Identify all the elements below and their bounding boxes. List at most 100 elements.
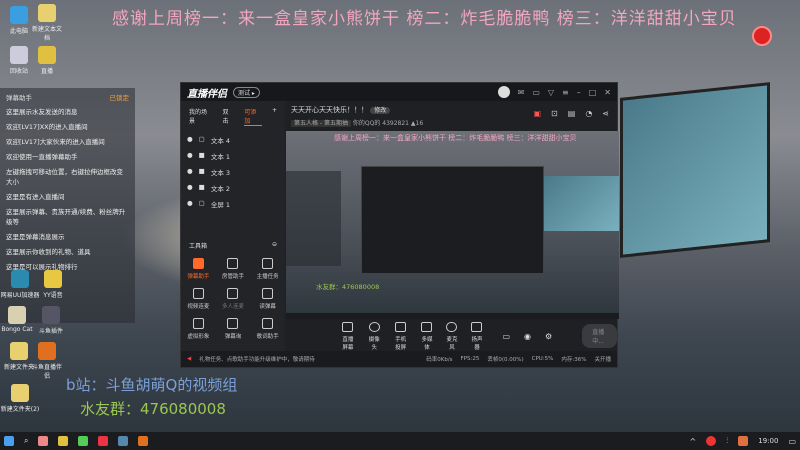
tool-read-danmaku[interactable]: 读弹幕: [250, 288, 285, 310]
eye-icon[interactable]: ●: [187, 167, 193, 177]
fans-count: 16: [415, 120, 424, 127]
layout-icon[interactable]: ▤: [568, 109, 576, 118]
settings-icon[interactable]: ⚙: [545, 332, 552, 341]
tool-label: 读弹幕: [259, 304, 276, 310]
icon-label: 新建文件夹(2): [0, 406, 40, 413]
eye-icon[interactable]: ●: [187, 199, 193, 209]
media-icon: [421, 321, 433, 332]
add-source-icon[interactable]: +: [272, 107, 277, 126]
tool-danmaku-assistant[interactable]: 弹幕助手: [181, 258, 216, 280]
lock-status[interactable]: 已锁定: [110, 92, 130, 102]
desktop-icon[interactable]: 网易UU加速器: [0, 270, 40, 299]
stream-title[interactable]: 天天开心天天快乐！！！: [291, 106, 368, 114]
media-button[interactable]: 多媒体: [421, 321, 433, 351]
lock-icon[interactable]: ■: [199, 183, 205, 193]
taskbar-app-icon[interactable]: [78, 436, 89, 446]
lock-icon[interactable]: ■: [199, 151, 205, 161]
live-companion-taskbar-icon[interactable]: [138, 436, 149, 446]
stream-preview[interactable]: 感谢上周榜一：来一盒皇家小熊饼干 榜二：炸毛脆脆鸭 榜三：洋洋甜甜小宝贝 水友群…: [286, 131, 619, 319]
eye-icon[interactable]: ●: [187, 151, 193, 161]
share-icon[interactable]: ⋖: [602, 109, 609, 118]
eye-icon[interactable]: ◉: [524, 332, 531, 341]
clock[interactable]: 19:00: [758, 437, 778, 445]
source-item[interactable]: ● ■ 文本 1: [181, 148, 285, 164]
avatar[interactable]: [497, 86, 510, 98]
download-icon: [227, 288, 239, 299]
microphone-icon: [446, 321, 458, 332]
desktop-icon[interactable]: 斗鱼插件: [34, 306, 68, 335]
tool-avatar[interactable]: 虚拟形象: [181, 318, 216, 340]
tool-streamer-tasks[interactable]: 主播任务: [250, 258, 285, 280]
desktop-icon[interactable]: 新建文本文档: [30, 4, 64, 42]
status-bar: ◀ 礼物任务、点歌助手功能升级维护中，敬请期待 码率0Kb/s FPS:25 丢…: [181, 351, 617, 367]
lock-icon[interactable]: ▢: [199, 135, 205, 145]
taskbar-app-icon[interactable]: [38, 436, 49, 446]
live-button[interactable]: 直播中...: [582, 324, 617, 348]
skin-icon[interactable]: ▽: [548, 88, 554, 97]
camera-button[interactable]: 摄像头: [368, 321, 380, 351]
desktop-icon[interactable]: YY语音: [36, 270, 70, 299]
tool-multi-link[interactable]: 多人连麦: [216, 288, 251, 310]
search-icon[interactable]: ⌕: [24, 436, 28, 446]
network-icon[interactable]: ⫶: [726, 436, 728, 446]
tray-chevron-icon[interactable]: ^: [690, 437, 697, 446]
chat-line: 这里是弹幕消息展示: [6, 233, 65, 241]
mail-icon[interactable]: ✉: [518, 88, 525, 97]
minimize-icon[interactable]: –: [577, 88, 581, 97]
maximize-icon[interactable]: □: [589, 88, 597, 97]
title-bar: 直播伴侣 测试 ▸ ✉ ▭ ▽ ≡ – □ ✕: [181, 83, 617, 101]
source-item[interactable]: ● ▢ 全屏 1: [181, 196, 285, 212]
desktop-icon[interactable]: Bongo Cat: [0, 306, 34, 333]
record-video-icon[interactable]: ▭: [502, 332, 510, 341]
tool-lyrics[interactable]: 歌词助手: [250, 318, 285, 340]
control-label: 扬声器: [471, 336, 483, 351]
bell-icon[interactable]: ◔: [585, 109, 592, 118]
eye-icon[interactable]: ●: [187, 183, 193, 193]
message-icon[interactable]: ▭: [532, 88, 540, 97]
stop-stream-link[interactable]: 关开播: [594, 355, 611, 363]
menu-icon[interactable]: ≡: [562, 88, 569, 97]
start-icon[interactable]: [4, 436, 14, 446]
icon-label: 直播: [40, 68, 53, 75]
folder-icon[interactable]: [58, 436, 69, 446]
tab-double-click[interactable]: 双击: [223, 107, 235, 126]
steam-icon[interactable]: [118, 436, 129, 446]
nested-preview-window: [361, 166, 544, 274]
gift-icon[interactable]: ▣: [533, 109, 541, 118]
version-badge[interactable]: 测试 ▸: [233, 86, 260, 98]
lock-icon[interactable]: ▢: [199, 199, 205, 209]
desktop-icon[interactable]: 新建文件夹(2): [0, 384, 40, 413]
speaker-notice-icon: ◀: [187, 356, 192, 362]
edit-title-button[interactable]: 修改: [370, 107, 391, 114]
speaker-button[interactable]: 扬声器: [471, 321, 483, 351]
microphone-button[interactable]: 麦克风: [446, 321, 458, 351]
desktop-icon[interactable]: 斗鱼直播伴侣: [30, 342, 64, 380]
lock-icon[interactable]: ■: [199, 167, 205, 177]
source-item[interactable]: ● ■ 文本 3: [181, 164, 285, 180]
source-item[interactable]: ● ▢ 文本 4: [181, 132, 285, 148]
tab-addable[interactable]: 可添加: [244, 107, 262, 126]
live-companion-window[interactable]: 直播伴侣 测试 ▸ ✉ ▭ ▽ ≡ – □ ✕ 我的场景 双击 可添加 + ● ▢…: [180, 82, 619, 368]
tray-app-icon[interactable]: [738, 436, 749, 446]
control-label: 手机投屏: [395, 336, 407, 351]
icon-label: Bongo Cat: [1, 326, 33, 333]
tool-room-admin[interactable]: 房管助手: [216, 258, 251, 280]
taskbar-app-icon[interactable]: [98, 436, 109, 446]
category-button[interactable]: 第五人格 - 第五期抽: [291, 120, 351, 127]
unlock-icon[interactable]: ⊡: [551, 109, 558, 118]
desktop-icon[interactable]: 直播: [30, 46, 64, 75]
close-icon[interactable]: ✕: [604, 88, 611, 97]
eye-icon[interactable]: ●: [187, 135, 193, 145]
screen-capture-button[interactable]: 直播屏幕: [341, 321, 355, 351]
record-icon[interactable]: [752, 26, 772, 46]
phone-cast-button[interactable]: 手机投屏: [394, 321, 408, 351]
tool-label: 多人连麦: [221, 304, 244, 310]
tool-video-link[interactable]: 视频连麦: [181, 288, 216, 310]
tool-danmaku-query[interactable]: 弹幕询: [216, 318, 251, 340]
tab-my-scenes[interactable]: 我的场景: [189, 107, 213, 126]
more-icon[interactable]: ⊖: [272, 241, 277, 250]
notification-icon[interactable]: ▭: [788, 437, 796, 446]
tray-app-icon[interactable]: [706, 436, 717, 446]
source-item[interactable]: ● ■ 文本 2: [181, 180, 285, 196]
monitor-icon: [342, 321, 354, 332]
